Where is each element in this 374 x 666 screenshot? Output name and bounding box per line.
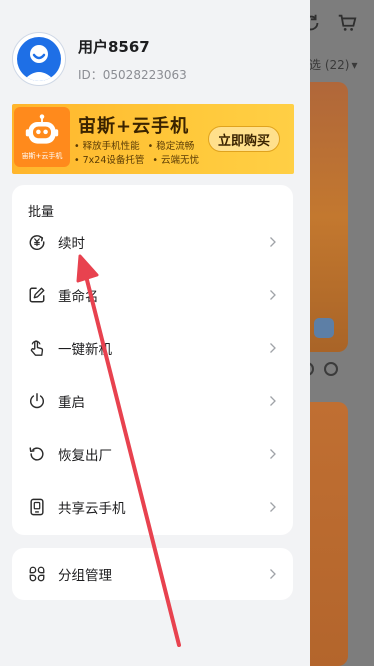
banner-title: 宙斯+云手机 xyxy=(78,116,190,137)
banner-feature: • 稳定流畅 xyxy=(147,141,195,152)
chevron-right-icon xyxy=(270,569,276,579)
menu-item-label: 一键新机 xyxy=(58,342,112,358)
section-title-batch: 批量 xyxy=(28,205,55,220)
caret-down-icon: ▾ xyxy=(351,57,358,72)
banner-logo: 宙斯+云手机 xyxy=(14,107,70,167)
menu-item-label: 分组管理 xyxy=(58,568,112,584)
chevron-right-icon xyxy=(270,502,276,512)
avatar[interactable] xyxy=(12,32,66,86)
chevron-right-icon xyxy=(270,343,276,353)
menu-item-factory-reset[interactable]: 恢复出厂 xyxy=(12,433,293,475)
power-icon xyxy=(29,393,45,409)
promo-banner[interactable]: 宙斯+云手机 宙斯+云手机 • 释放手机性能 • 稳定流畅 • 7x24设备托管… xyxy=(12,104,294,174)
chevron-right-icon xyxy=(270,237,276,247)
robot-logo-icon xyxy=(25,114,59,144)
menu-item-one-click-new-device[interactable]: 一键新机 xyxy=(12,327,293,369)
background-filter-label: 选 (22) xyxy=(309,58,350,72)
menu-item-group-management[interactable]: 分组管理 xyxy=(12,553,293,595)
menu-item-label: 恢复出厂 xyxy=(58,448,112,464)
buy-now-button[interactable]: 立即购买 xyxy=(208,126,280,152)
user-avatar-icon xyxy=(17,37,61,81)
menu-item-renew[interactable]: 续时 xyxy=(12,221,293,263)
menu-item-label: 续时 xyxy=(58,236,85,252)
cart-icon[interactable] xyxy=(336,12,358,34)
share-phone-icon xyxy=(30,498,44,516)
menu-item-label: 共享云手机 xyxy=(58,501,126,517)
banner-feature-list: • 释放手机性能 • 稳定流畅 • 7x24设备托管 • 云端无忧 xyxy=(74,140,199,168)
batch-menu-card: 批量 续时 重命名 一键新机 重启 恢复出厂 共享云手机 xyxy=(12,185,293,535)
user-id: ID：05028223063 xyxy=(78,67,187,82)
group-management-card: 分组管理 xyxy=(12,548,293,600)
username: 用户8567 xyxy=(78,37,150,56)
user-profile[interactable]: 用户8567 ID：05028223063 xyxy=(12,32,187,86)
rename-icon xyxy=(29,287,45,303)
renew-yuan-icon xyxy=(29,235,45,251)
chevron-right-icon xyxy=(270,396,276,406)
banner-feature: • 云端无忧 xyxy=(152,155,200,166)
background-app-badge-icon xyxy=(314,318,334,338)
menu-item-label: 重启 xyxy=(58,395,85,411)
menu-item-share-cloud-phone[interactable]: 共享云手机 xyxy=(12,486,293,528)
factory-reset-icon xyxy=(29,447,44,461)
tap-hand-icon xyxy=(30,340,44,356)
menu-item-rename[interactable]: 重命名 xyxy=(12,274,293,316)
banner-logo-text: 宙斯+云手机 xyxy=(21,152,63,160)
background-filter[interactable]: 选 (22) ▾ xyxy=(309,56,357,73)
menu-item-restart[interactable]: 重启 xyxy=(12,380,293,422)
chevron-right-icon xyxy=(270,449,276,459)
grid-group-icon xyxy=(29,566,45,582)
chevron-right-icon xyxy=(270,290,276,300)
menu-item-label: 重命名 xyxy=(58,289,99,305)
side-drawer: 用户8567 ID：05028223063 宙斯+云手机 宙斯+云手机 • 释放… xyxy=(0,0,310,666)
banner-feature: • 7x24设备托管 xyxy=(74,155,145,166)
banner-feature: • 释放手机性能 xyxy=(74,141,140,152)
